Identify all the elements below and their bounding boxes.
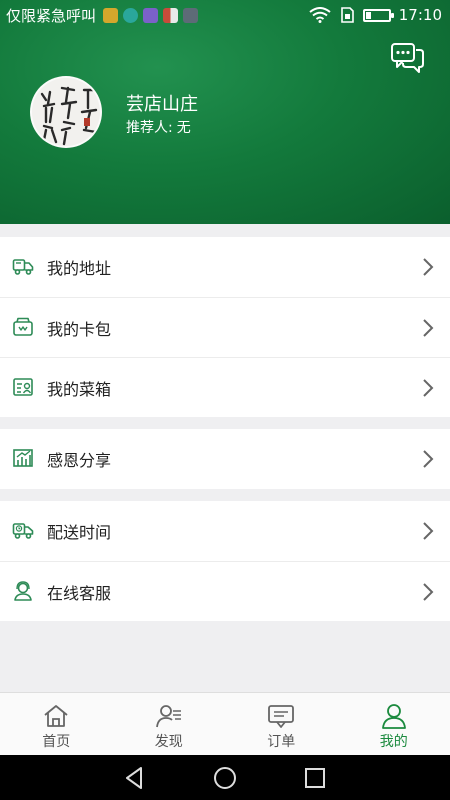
tab-profile[interactable]: 我的 [338,693,450,755]
calligraphy-avatar-image [32,78,100,146]
tab-label: 发现 [154,734,183,750]
menu-group-share: 感恩分享 [0,429,450,489]
home-circle-icon[interactable] [211,764,239,792]
tab-label: 首页 [42,734,71,750]
store-name: 芸店山庄 [126,94,198,115]
menu-item-label: 我的卡包 [47,319,112,339]
chevron-right-icon [423,379,434,397]
menu-item-delivery-time[interactable]: 配送时间 [0,501,450,561]
menu-item-label: 感恩分享 [47,451,112,470]
menu-item-label: 配送时间 [47,523,112,542]
notification-icon [123,7,139,23]
chevron-right-icon [423,258,434,276]
tab-discover[interactable]: 发现 [113,693,226,755]
notification-icon [103,7,119,23]
wifi-icon [309,7,331,23]
customer-service-icon [14,581,32,601]
profile-header: 芸店山庄 推荐人: 无 [0,0,450,224]
delivery-truck-icon [12,259,34,275]
chevron-right-icon [423,522,434,540]
tab-label: 订单 [267,734,296,750]
chevron-right-icon [423,583,434,601]
menu-group-account: 我的地址 我的卡包 我的菜箱 [0,237,450,417]
battery-icon [362,8,394,22]
referrer-value: 无 [176,120,191,136]
menu-item-gratitude-share[interactable]: 感恩分享 [0,429,450,489]
discover-user-icon [155,705,181,728]
notification-icon [183,7,199,23]
chevron-right-icon [423,450,434,468]
menu-item-card-wallet[interactable]: 我的卡包 [0,297,450,357]
produce-box-icon [13,378,33,396]
chevron-right-icon [423,319,434,337]
referrer-label: 推荐人: [126,120,173,136]
menu-item-label: 我的菜箱 [47,379,112,399]
home-icon [44,705,68,727]
notification-icon [163,7,179,23]
profile-icon [381,704,406,729]
carrier-text: 仅限紧急呼叫 [6,6,97,25]
sim-card-icon [340,7,354,23]
tab-home[interactable]: 首页 [0,693,113,755]
menu-item-label: 我的地址 [47,259,112,278]
menu-item-customer-service[interactable]: 在线客服 [0,561,450,621]
share-chart-icon [13,449,33,467]
menu-item-address[interactable]: 我的地址 [0,237,450,297]
avatar[interactable] [30,76,102,148]
back-icon[interactable] [121,764,149,792]
clock-time: 17:10 [398,6,442,24]
notification-icon [143,7,159,23]
delivery-clock-icon [12,523,34,539]
referrer-line: 推荐人: 无 [126,117,191,137]
tab-orders[interactable]: 订单 [225,693,338,755]
tab-label: 我的 [379,734,408,750]
bottom-tab-bar: 首页 发现 订单 我的 [0,692,450,755]
status-bar: 仅限紧急呼叫 17:10 [0,0,450,30]
menu-item-label: 在线客服 [47,583,112,603]
menu-group-service: 配送时间 在线客服 [0,501,450,621]
menu-item-produce-box[interactable]: 我的菜箱 [0,357,450,417]
system-nav-bar [0,755,450,800]
recent-apps-icon[interactable] [301,764,329,792]
order-message-icon [268,705,295,728]
chat-icon[interactable] [390,42,426,76]
card-wallet-icon [13,317,33,336]
